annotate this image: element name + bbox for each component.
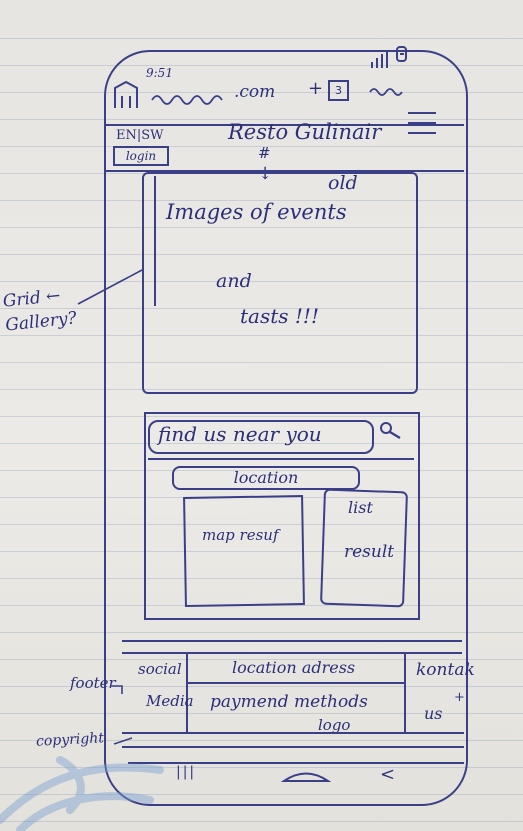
location-input[interactable]: location	[172, 466, 360, 490]
tab-count-button[interactable]: 3	[328, 80, 349, 101]
add-tab-button[interactable]: +	[308, 78, 323, 99]
url-text[interactable]: .com	[234, 82, 275, 102]
gallery-text-line1: old	[328, 172, 358, 194]
footer-plus-mark: +	[454, 690, 465, 705]
footer-media-label[interactable]: Media	[146, 692, 194, 710]
language-switch[interactable]: EN|SW	[116, 128, 164, 143]
footer-col-divider-2	[404, 652, 406, 732]
find-us-divider	[148, 458, 414, 460]
annotation-grid-gallery: Grid ← Gallery?	[1, 285, 78, 336]
footer-us-link[interactable]: us	[424, 704, 443, 723]
footer-social-label[interactable]: social	[138, 660, 182, 678]
map-result-panel[interactable]	[183, 494, 305, 608]
gallery-scroll-line	[154, 176, 156, 306]
site-title: Resto Gulinair	[228, 120, 382, 144]
login-button[interactable]: login	[113, 146, 169, 166]
map-result-label: map resuf	[202, 526, 279, 544]
back-nav-button[interactable]: <	[380, 764, 395, 785]
find-us-heading: find us near you	[158, 422, 322, 446]
hash-mark: #	[258, 144, 271, 162]
footer-top-divider-2	[122, 652, 462, 654]
gallery-text-line3: and	[216, 270, 252, 292]
gallery-text-line2: Images of events	[166, 200, 347, 224]
list-result-label-1: list	[348, 498, 373, 517]
list-result-label-2: result	[344, 542, 395, 562]
gallery-text-line4: tasts !!!	[240, 304, 319, 328]
footer-inner-divider	[186, 682, 404, 684]
footer-location-address: location adress	[232, 658, 356, 677]
footer-kontak-link[interactable]: kontak	[416, 660, 475, 680]
footer-payment-methods: paymend methods	[210, 692, 368, 712]
status-time: 9:51	[146, 66, 173, 80]
copyright-divider-1	[122, 732, 464, 734]
footer-top-divider-1	[122, 640, 462, 642]
